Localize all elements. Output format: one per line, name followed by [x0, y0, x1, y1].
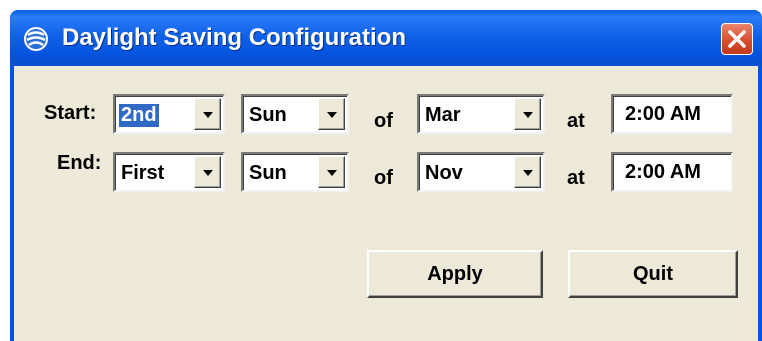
dialog-window: Daylight Saving Configuration Start: 2nd…: [10, 10, 762, 341]
start-month-dropdown-button[interactable]: [514, 98, 541, 130]
start-day-select[interactable]: Sun: [241, 94, 349, 134]
start-time-value: 2:00 AM: [625, 103, 701, 125]
end-of-label: of: [374, 167, 393, 189]
app-globe-icon: [24, 27, 48, 51]
start-time-field[interactable]: 2:00 AM: [611, 94, 733, 134]
end-day-select[interactable]: Sun: [241, 152, 349, 192]
end-day-dropdown-button[interactable]: [318, 156, 345, 188]
dialog-client-area: Start: 2nd Sun of Mar at 2:00 AM End: Fi…: [14, 66, 758, 341]
end-time-value: 2:00 AM: [625, 161, 701, 183]
start-month-value: Mar: [425, 104, 461, 126]
title-bar[interactable]: Daylight Saving Configuration: [10, 10, 762, 66]
start-at-label: at: [567, 110, 585, 132]
chevron-down-icon: [203, 170, 213, 176]
chevron-down-icon: [327, 112, 337, 118]
end-label: End:: [57, 152, 102, 174]
end-month-dropdown-button[interactable]: [514, 156, 541, 188]
chevron-down-icon: [523, 112, 533, 118]
start-day-dropdown-button[interactable]: [318, 98, 345, 130]
end-month-value: Nov: [425, 162, 463, 184]
close-icon: [728, 30, 746, 48]
start-label: Start:: [44, 102, 97, 124]
end-day-value: Sun: [249, 162, 287, 184]
end-at-label: at: [567, 167, 585, 189]
start-month-select[interactable]: Mar: [417, 94, 545, 134]
chevron-down-icon: [203, 112, 213, 118]
end-week-value: First: [121, 162, 165, 184]
close-button[interactable]: [721, 23, 753, 55]
start-week-dropdown-button[interactable]: [194, 98, 221, 130]
chevron-down-icon: [523, 170, 533, 176]
start-week-value: 2nd: [119, 104, 159, 127]
start-day-value: Sun: [249, 104, 287, 126]
chevron-down-icon: [327, 170, 337, 176]
end-week-dropdown-button[interactable]: [194, 156, 221, 188]
window-title: Daylight Saving Configuration: [62, 24, 407, 51]
start-of-label: of: [374, 110, 393, 132]
quit-button[interactable]: Quit: [568, 250, 738, 298]
end-week-select[interactable]: First: [113, 152, 225, 192]
start-week-select[interactable]: 2nd: [113, 94, 225, 134]
end-time-field[interactable]: 2:00 AM: [611, 152, 733, 192]
end-month-select[interactable]: Nov: [417, 152, 545, 192]
apply-button[interactable]: Apply: [367, 250, 543, 298]
